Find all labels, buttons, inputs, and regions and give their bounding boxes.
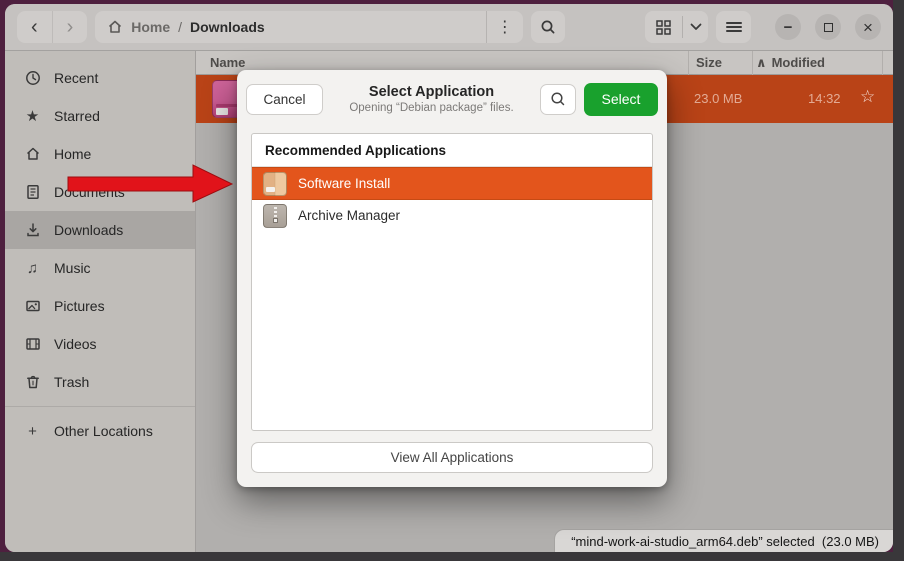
sidebar-item-label: Music bbox=[54, 260, 91, 276]
plus-icon: + bbox=[24, 423, 41, 440]
chevron-down-icon bbox=[690, 23, 702, 31]
sidebar-item-other-locations[interactable]: + Other Locations bbox=[5, 412, 195, 450]
backdrop-right-strip bbox=[893, 0, 904, 561]
view-all-applications-button[interactable]: View All Applications bbox=[251, 442, 653, 473]
main-menu-button[interactable] bbox=[716, 11, 751, 43]
dialog-title: Select Application bbox=[331, 83, 532, 101]
sidebar-item-documents[interactable]: Documents bbox=[5, 173, 195, 211]
headerbar: ‹ › Home / Downloads ⋮ bbox=[5, 4, 893, 51]
file-modified: 14:32 bbox=[808, 91, 841, 106]
download-icon bbox=[24, 222, 41, 238]
sidebar: Recent ★ Starred Home Documents bbox=[5, 51, 196, 552]
sidebar-item-downloads[interactable]: Downloads bbox=[5, 211, 195, 249]
recent-clock-icon bbox=[24, 70, 41, 86]
sidebar-item-trash[interactable]: Trash bbox=[5, 363, 195, 401]
column-header-name[interactable]: Name bbox=[210, 55, 245, 70]
selection-status-bar: “mind-work-ai-studio_arm64.deb” selected… bbox=[554, 529, 893, 552]
column-header-modified[interactable]: ∧ Modified bbox=[756, 55, 825, 71]
view-options-group bbox=[645, 11, 708, 43]
breadcrumb-current[interactable]: Downloads bbox=[190, 19, 265, 35]
maximize-icon bbox=[824, 23, 833, 32]
star-icon: ★ bbox=[24, 107, 41, 125]
chevron-left-icon: ‹ bbox=[31, 16, 38, 39]
breadcrumb-home[interactable]: Home bbox=[131, 19, 170, 35]
path-menu-button[interactable]: ⋮ bbox=[487, 11, 523, 43]
select-button[interactable]: Select bbox=[584, 83, 658, 116]
sidebar-item-label: Documents bbox=[54, 184, 125, 200]
sidebar-item-label: Downloads bbox=[54, 222, 123, 238]
minimize-icon: − bbox=[784, 20, 793, 35]
app-row-archive-manager[interactable]: Archive Manager bbox=[252, 200, 652, 231]
file-size: 23.0 MB bbox=[694, 91, 742, 106]
sidebar-item-label: Starred bbox=[54, 108, 100, 124]
back-button[interactable]: ‹ bbox=[17, 11, 52, 43]
window-controls: − × bbox=[775, 14, 881, 40]
column-header-size[interactable]: Size bbox=[696, 55, 722, 70]
sidebar-item-recent[interactable]: Recent bbox=[5, 59, 195, 97]
home-icon bbox=[24, 146, 41, 162]
sidebar-item-pictures[interactable]: Pictures bbox=[5, 287, 195, 325]
picture-icon bbox=[24, 298, 41, 314]
film-icon bbox=[24, 336, 41, 352]
history-nav-group: ‹ › bbox=[17, 11, 87, 43]
grid-view-button[interactable] bbox=[645, 11, 682, 43]
dialog-title-block: Select Application Opening “Debian packa… bbox=[331, 83, 532, 116]
sidebar-item-music[interactable]: ♫ Music bbox=[5, 249, 195, 287]
column-divider bbox=[688, 51, 689, 75]
sidebar-item-label: Trash bbox=[54, 374, 89, 390]
maximize-button[interactable] bbox=[815, 14, 841, 40]
select-application-dialog: Cancel Select Application Opening “Debia… bbox=[237, 70, 667, 487]
app-name: Software Install bbox=[298, 176, 390, 191]
hamburger-menu-icon bbox=[726, 22, 742, 32]
software-install-icon bbox=[263, 172, 287, 196]
search-icon bbox=[540, 19, 556, 35]
app-row-software-install[interactable]: Software Install bbox=[252, 167, 652, 200]
column-divider bbox=[882, 51, 883, 75]
search-button[interactable] bbox=[531, 11, 566, 43]
minimize-button[interactable]: − bbox=[775, 14, 801, 40]
sidebar-item-label: Home bbox=[54, 146, 91, 162]
dialog-search-button[interactable] bbox=[540, 84, 576, 115]
recommended-section-header: Recommended Applications bbox=[252, 134, 652, 167]
chevron-right-icon: › bbox=[67, 16, 74, 39]
sidebar-item-label: Videos bbox=[54, 336, 97, 352]
sidebar-separator bbox=[5, 406, 195, 407]
grid-view-icon bbox=[656, 20, 671, 35]
application-list: Recommended Applications Software Instal… bbox=[251, 133, 653, 431]
sidebar-item-label: Recent bbox=[54, 70, 98, 86]
sidebar-item-label: Pictures bbox=[54, 298, 105, 314]
archive-manager-icon bbox=[263, 204, 287, 228]
sidebar-item-home[interactable]: Home bbox=[5, 135, 195, 173]
sidebar-item-label: Other Locations bbox=[54, 423, 153, 439]
selection-status-text: “mind-work-ai-studio_arm64.deb” selected… bbox=[571, 534, 879, 549]
backdrop-bottom-strip bbox=[0, 552, 904, 561]
trash-icon bbox=[24, 374, 41, 390]
kebab-menu-icon: ⋮ bbox=[497, 17, 513, 37]
sidebar-item-videos[interactable]: Videos bbox=[5, 325, 195, 363]
close-button[interactable]: × bbox=[855, 14, 881, 40]
home-icon bbox=[107, 19, 123, 35]
app-name: Archive Manager bbox=[298, 208, 400, 223]
sort-ascending-icon: ∧ bbox=[756, 55, 767, 71]
breadcrumb-separator: / bbox=[178, 19, 182, 35]
star-outline-icon[interactable]: ☆ bbox=[860, 87, 875, 107]
forward-button[interactable]: › bbox=[53, 11, 88, 43]
desktop-backdrop: ‹ › Home / Downloads ⋮ bbox=[0, 0, 904, 561]
view-options-dropdown[interactable] bbox=[683, 11, 708, 43]
cancel-button[interactable]: Cancel bbox=[246, 84, 323, 115]
breadcrumb[interactable]: Home / Downloads ⋮ bbox=[95, 11, 523, 43]
music-note-icon: ♫ bbox=[24, 260, 41, 277]
sidebar-item-starred[interactable]: ★ Starred bbox=[5, 97, 195, 135]
column-divider bbox=[752, 51, 753, 75]
dialog-header: Cancel Select Application Opening “Debia… bbox=[237, 70, 667, 128]
search-icon bbox=[550, 91, 566, 107]
dialog-subtitle: Opening “Debian package” files. bbox=[331, 101, 532, 115]
close-icon: × bbox=[863, 19, 873, 36]
document-icon bbox=[24, 184, 41, 200]
